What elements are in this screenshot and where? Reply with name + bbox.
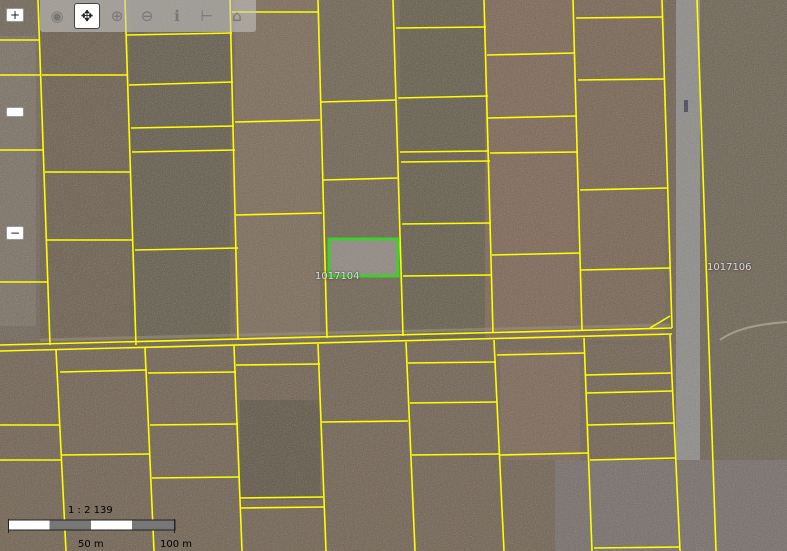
info-icon[interactable]: ℹ <box>164 3 190 29</box>
zoom-out-icon[interactable]: ⊖ <box>134 3 160 29</box>
neighbor-parcel-label: 1017106 <box>707 262 752 273</box>
map-toolbar: ◉ ✥ ⊕ ⊖ ℹ ⊢ ⌂ <box>40 0 256 32</box>
zoom-slider-track[interactable] <box>0 36 36 326</box>
scale-bar <box>8 519 176 533</box>
zoom-in-icon[interactable]: ⊕ <box>104 3 130 29</box>
area-icon[interactable]: ⌂ <box>224 3 250 29</box>
zoom-out-button[interactable]: − <box>6 226 24 240</box>
pan-icon[interactable]: ✥ <box>74 3 100 29</box>
globe-icon[interactable]: ◉ <box>44 3 70 29</box>
scale-ratio: 1 : 2 139 <box>68 505 113 516</box>
zoom-slider-handle[interactable] <box>6 107 24 117</box>
scale-label-100: 100 m <box>160 539 193 550</box>
measure-icon[interactable]: ⊢ <box>194 3 220 29</box>
scale-label-50: 50 m <box>78 539 104 550</box>
map-canvas[interactable] <box>0 0 787 551</box>
selected-parcel-label: 1017104 <box>315 271 360 282</box>
zoom-in-button[interactable]: + <box>6 8 24 22</box>
